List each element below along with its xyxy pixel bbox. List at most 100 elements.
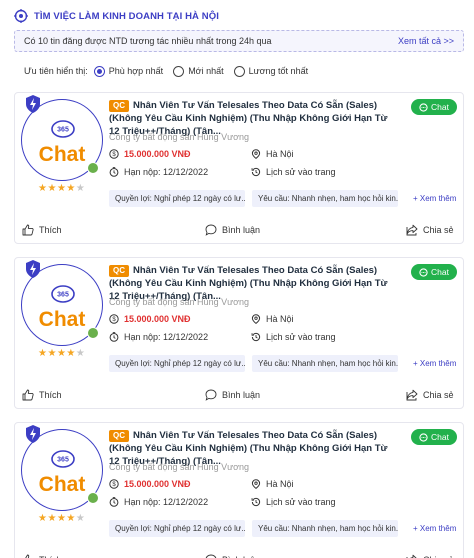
card-actions: Thích Bình luận Chia sẻ (15, 221, 463, 239)
like-button[interactable]: Thích (22, 221, 62, 239)
money-icon: $ (109, 149, 119, 159)
history-label: Lịch sử vào trang (266, 497, 336, 507)
location-value: Hà Nội (266, 314, 294, 324)
ad-badge: QC (109, 430, 129, 442)
deadline-value: Hạn nộp: 12/12/2022 (124, 497, 209, 507)
thumbs-up-icon (22, 389, 34, 401)
chat-button[interactable]: Chat (411, 429, 457, 445)
show-more-link[interactable]: + Xem thêm (413, 524, 456, 533)
history-icon (251, 167, 261, 177)
share-button[interactable]: Chia sẻ (406, 221, 454, 239)
rating-stars: ★★★★★ (38, 513, 85, 524)
sort-option-label: Mới nhất (188, 66, 224, 76)
chat-button-label: Chat (431, 267, 449, 277)
online-status-dot (87, 327, 99, 339)
chat-button-label: Chat (431, 102, 449, 112)
sort-option-label: Phù hợp nhất (108, 66, 164, 76)
view-all-link[interactable]: Xem tất cả >> (398, 36, 454, 46)
deadline-value: Hạn nộp: 12/12/2022 (124, 167, 209, 177)
thumbs-up-icon (25, 554, 33, 558)
location-info: Hà Nội (251, 314, 294, 324)
job-card[interactable]: 365 Chat ★★★★★ QC Nhân Viên Tư Vấn Telesa… (14, 422, 464, 558)
chat-button[interactable]: Chat (411, 99, 457, 115)
location-info: Hà Nội (251, 149, 294, 159)
location-pin-icon (251, 479, 261, 489)
sort-options: Ưu tiên hiển thị: Phù hợp nhất Mới nhất … (24, 64, 318, 78)
star-empty-icon: ★ (75, 513, 86, 524)
share-icon (406, 389, 418, 401)
salary-value: 15.000.000 VNĐ (124, 479, 191, 489)
clock-icon (109, 497, 119, 507)
show-more-link[interactable]: + Xem thêm (413, 359, 456, 368)
star-empty-icon: ★ (75, 348, 86, 359)
comment-label: Bình luận (222, 390, 261, 400)
benefit-tag: Quyền lợi: Nghỉ phép 12 ngày có lư... (109, 355, 245, 372)
svg-text:365: 365 (57, 292, 69, 299)
comment-icon (205, 224, 217, 236)
history-link[interactable]: Lịch sử vào trang (251, 497, 336, 507)
comment-button[interactable]: Bình luận (205, 221, 260, 239)
clock-icon (109, 332, 119, 342)
chat-button[interactable]: Chat (411, 264, 457, 280)
company-name[interactable]: Công ty bất động sản Hùng Vương (109, 462, 249, 472)
thumbs-up-icon (22, 224, 34, 236)
sort-option-newest[interactable]: Mới nhất (173, 65, 224, 77)
company-logo-wrapper[interactable]: 365 Chat (21, 260, 103, 346)
target-icon (14, 9, 28, 23)
like-button[interactable]: Thích (22, 386, 62, 404)
comment-button[interactable]: Bình luận (205, 551, 260, 558)
star-filled-icon: ★ (56, 348, 67, 359)
comment-button[interactable]: Bình luận (205, 386, 260, 404)
radio-selected-icon (93, 65, 105, 77)
location-pin-icon (251, 314, 261, 324)
job-info-row: $ 15.000.000 VNĐ Hà Nội (109, 314, 409, 326)
location-value: Hà Nội (266, 479, 294, 489)
job-info-row: Hạn nộp: 12/12/2022 Lịch sử vào trang (109, 497, 409, 509)
show-more-link[interactable]: + Xem thêm (413, 194, 456, 203)
share-button[interactable]: Chia sẻ (406, 551, 454, 558)
company-logo-wrapper[interactable]: 365 Chat (21, 95, 103, 181)
salary-info: $ 15.000.000 VNĐ (109, 149, 191, 159)
history-link[interactable]: Lịch sử vào trang (251, 332, 336, 342)
history-icon (251, 497, 261, 507)
rating-stars: ★★★★★ (38, 348, 85, 359)
star-filled-icon: ★ (47, 348, 57, 359)
share-icon (406, 224, 418, 236)
section-header: TÌM VIỆC LÀM KINH DOANH TẠI HÀ NỘI (14, 8, 219, 24)
comment-label: Bình luận (222, 225, 261, 235)
chat-bubble-icon (419, 432, 428, 442)
company-logo-wrapper[interactable]: 365 Chat (21, 425, 103, 511)
benefit-tag: Quyền lợi: Nghỉ phép 12 ngày có lư... (109, 520, 245, 537)
verified-shield-icon (26, 425, 40, 443)
requirement-tag: Yêu cầu: Nhanh nhẹn, ham học hỏi kin... (252, 355, 398, 372)
company-name[interactable]: Công ty bất động sản Hùng Vương (109, 132, 249, 142)
location-pin-icon (251, 149, 261, 159)
company-name[interactable]: Công ty bất động sản Hùng Vương (109, 297, 249, 307)
history-link[interactable]: Lịch sử vào trang (251, 167, 336, 177)
chat-bubble-icon (419, 102, 428, 112)
salary-info: $ 15.000.000 VNĐ (109, 314, 191, 324)
job-info-row: $ 15.000.000 VNĐ Hà Nội (109, 479, 409, 491)
card-actions: Thích Bình luận Chia sẻ (15, 551, 463, 558)
star-filled-icon: ★ (56, 183, 67, 194)
salary-info: $ 15.000.000 VNĐ (109, 479, 191, 489)
ad-badge: QC (109, 100, 129, 112)
star-filled-icon: ★ (56, 513, 67, 524)
like-label: Thích (39, 390, 62, 400)
verified-shield-icon (26, 95, 40, 113)
ad-badge: QC (109, 265, 129, 277)
online-status-dot (87, 492, 99, 504)
job-card[interactable]: 365 Chat ★★★★★ QC Nhân Viên Tư Vấn Telesa… (14, 257, 464, 409)
like-button[interactable]: Thích (22, 551, 62, 558)
sort-option-best-match[interactable]: Phù hợp nhất (93, 65, 164, 77)
share-button[interactable]: Chia sẻ (406, 386, 454, 404)
brand-logo-icon: 365 (51, 120, 75, 138)
money-icon: $ (109, 479, 119, 489)
deadline-info: Hạn nộp: 12/12/2022 (109, 332, 208, 342)
job-card[interactable]: 365 Chat ★★★★★ QC Nhân Viên Tư Vấn Telesa… (14, 92, 464, 244)
brand-logo-icon: 365 (51, 285, 75, 303)
notice-text: Có 10 tin đăng được NTD tương tác nhiều … (24, 36, 272, 46)
sort-option-label: Lương tốt nhất (248, 66, 309, 76)
sort-option-best-salary[interactable]: Lương tốt nhất (233, 65, 309, 77)
star-filled-icon: ★ (47, 183, 57, 194)
